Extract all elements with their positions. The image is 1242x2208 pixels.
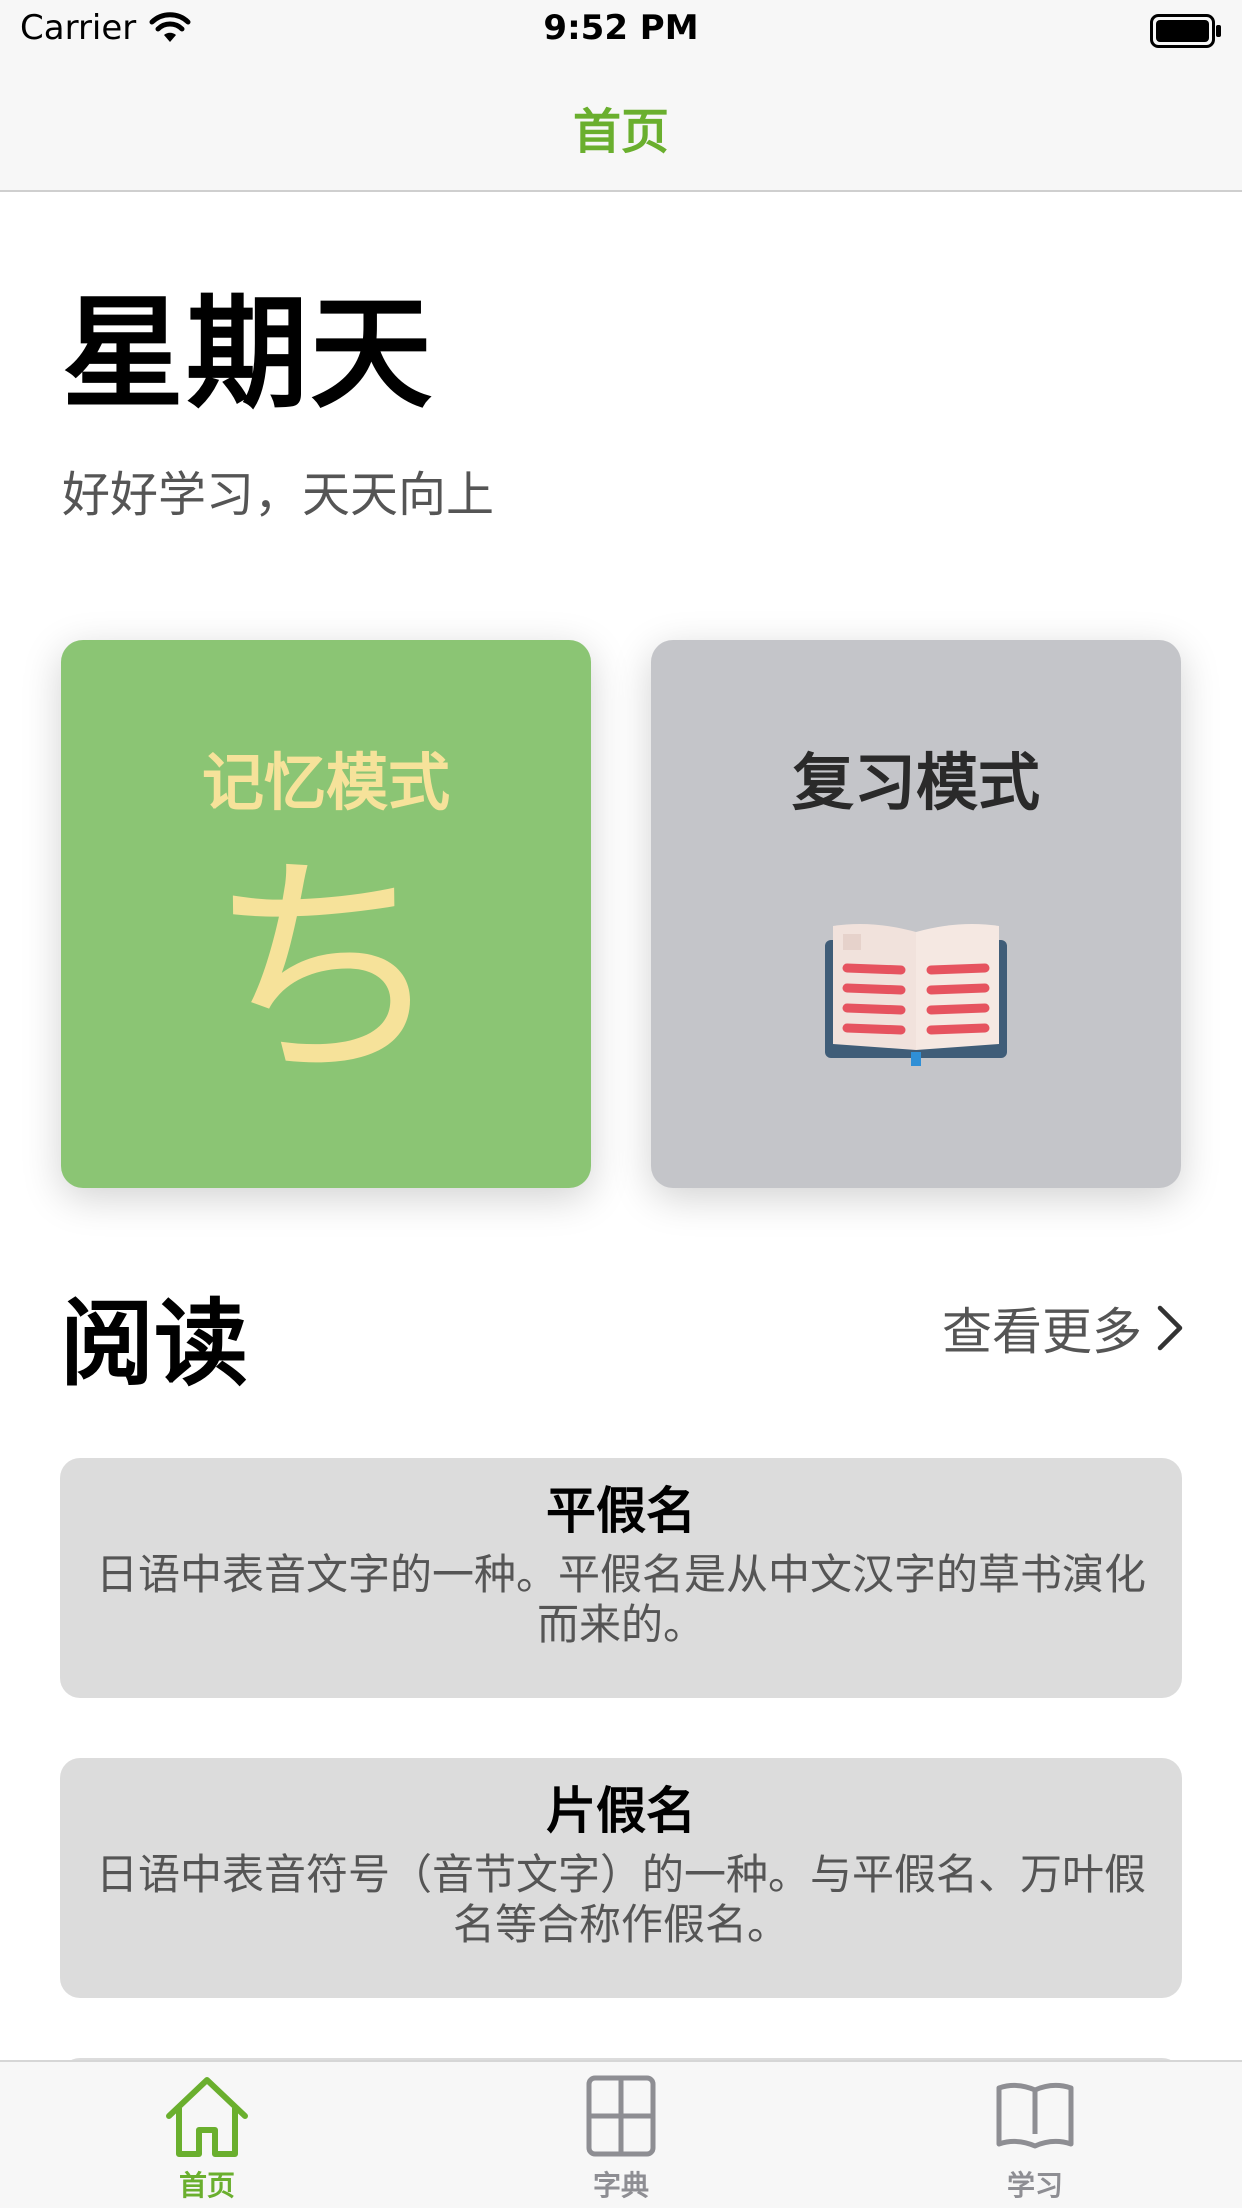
memory-kana: ち — [205, 830, 446, 1110]
reading-item-description: 日语中表音符号（音节文字）的一种。与平假名、万叶假名等合称作假名。 — [95, 1850, 1146, 1949]
tab-dictionary[interactable]: 字典 — [414, 2062, 828, 2208]
status-time: 9:52 PM — [543, 8, 699, 48]
reading-item-title: 平假名 — [546, 1482, 696, 1540]
book-icon — [996, 2082, 1074, 2149]
open-book-icon — [825, 924, 1007, 1066]
motto-text: 好好学习，天天向上 — [62, 467, 495, 523]
battery-icon — [1150, 14, 1221, 48]
tab-label: 首页 — [178, 2169, 235, 2202]
memory-mode-card[interactable]: 记忆模式 ち — [61, 640, 591, 1188]
reading-item-hiragana[interactable]: 平假名 日语中表音文字的一种。平假名是从中文汉字的草书演化而来的。 — [60, 1458, 1182, 1698]
tab-label: 学习 — [1006, 2169, 1063, 2202]
review-mode-label: 复习模式 — [791, 746, 1040, 819]
home-icon — [166, 2077, 248, 2157]
tab-label: 字典 — [592, 2169, 649, 2202]
nav-title: 首页 — [572, 104, 669, 160]
see-more-label: 查看更多 — [942, 1303, 1142, 1361]
reading-item-katakana[interactable]: 片假名 日语中表音符号（音节文字）的一种。与平假名、万叶假名等合称作假名。 — [60, 1758, 1182, 1998]
day-title: 星期天 — [62, 283, 434, 425]
tab-bar: 首页 字典 学习 — [0, 2060, 1242, 2208]
reading-item-title: 片假名 — [546, 1782, 696, 1840]
review-mode-card[interactable]: 复习模式 — [651, 640, 1181, 1188]
reading-item-description: 日语中表音文字的一种。平假名是从中文汉字的草书演化而来的。 — [95, 1550, 1146, 1649]
tab-study[interactable]: 学习 — [828, 2062, 1242, 2208]
reading-section-title: 阅读 — [60, 1290, 249, 1399]
memory-mode-label: 记忆模式 — [201, 746, 450, 819]
app-screen: Carrier 9:52 PM 首页 星期天 好好学习，天天向上 记忆模式 ち … — [0, 0, 1242, 2208]
see-more-link[interactable]: 查看更多 — [942, 1292, 1184, 1364]
top-bar: Carrier 9:52 PM 首页 — [0, 0, 1242, 192]
chevron-right-icon — [1157, 1305, 1183, 1351]
status-bar: Carrier 9:52 PM — [0, 0, 1242, 60]
tab-home[interactable]: 首页 — [0, 2062, 414, 2208]
grid-icon — [586, 2075, 656, 2157]
